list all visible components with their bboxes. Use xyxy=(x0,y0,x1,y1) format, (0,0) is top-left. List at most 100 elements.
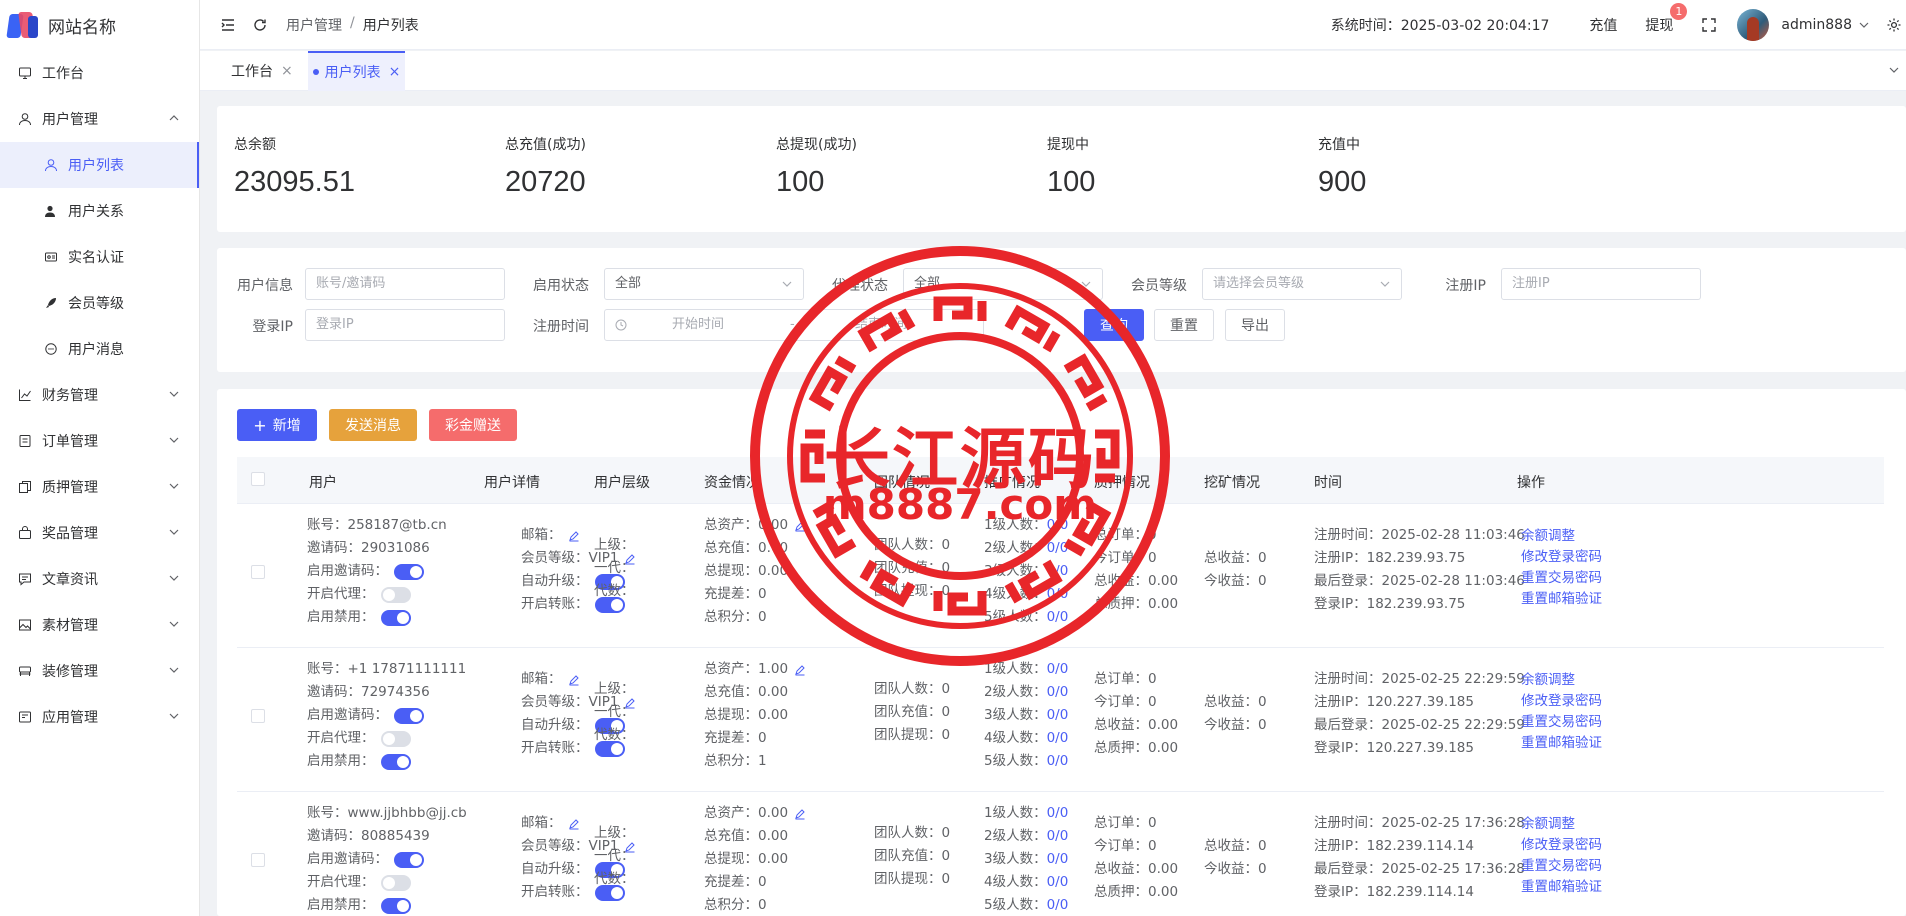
sidebar-subitem-4[interactable]: 用户消息 xyxy=(0,326,199,372)
op-link-1[interactable]: 修改登录密码 xyxy=(1521,691,1602,712)
level-count-link[interactable]: 0/0 xyxy=(1047,704,1069,727)
row-checkbox[interactable] xyxy=(251,565,265,579)
sidebar-subitem-1[interactable]: 用户关系 xyxy=(0,188,199,234)
level-count-link[interactable]: 0/0 xyxy=(1047,537,1069,560)
end-time-input[interactable]: 结束时间 xyxy=(855,310,907,340)
level-count-link[interactable]: 0/0 xyxy=(1047,606,1069,629)
field-value: 0.00 xyxy=(758,707,789,723)
op-link-3[interactable]: 重置邮箱验证 xyxy=(1521,589,1602,610)
level-count-link[interactable]: 0/0 xyxy=(1047,560,1069,583)
add-button[interactable]: + 新增 xyxy=(237,409,317,441)
level-count-link[interactable]: 0/0 xyxy=(1047,681,1069,704)
username[interactable]: admin888 xyxy=(1781,17,1852,33)
field-label: 团队提现： xyxy=(874,871,942,887)
login-ip-input[interactable]: 登录IP xyxy=(305,309,505,341)
op-link-0[interactable]: 余额调整 xyxy=(1521,814,1602,835)
level-count-link[interactable]: 0/0 xyxy=(1047,514,1069,537)
system-time: 系统时间：2025-03-02 20:04:17 xyxy=(1331,15,1550,35)
reg-ip-input[interactable]: 注册IP xyxy=(1501,268,1701,300)
start-time-input[interactable]: 开始时间 xyxy=(672,310,724,340)
sidebar-item-6[interactable]: 文章资讯 xyxy=(0,556,199,602)
field-label: 充提差： xyxy=(704,730,758,746)
agent-toggle[interactable] xyxy=(380,730,411,747)
row-checkbox[interactable] xyxy=(251,709,265,723)
enable-disable-toggle[interactable] xyxy=(380,897,411,914)
invite-code-toggle[interactable] xyxy=(394,707,424,724)
close-icon[interactable]: × xyxy=(281,63,293,79)
sidebar-subitem-0[interactable]: 用户列表 xyxy=(0,142,199,188)
export-button[interactable]: 导出 xyxy=(1225,309,1285,341)
sidebar-item-5[interactable]: 奖品管理 xyxy=(0,510,199,556)
cell-line: 5级人数： 0/0 xyxy=(984,894,1068,916)
tabs-dropdown-icon[interactable] xyxy=(1888,64,1900,80)
op-link-2[interactable]: 重置交易密码 xyxy=(1521,856,1602,877)
sidebar-item-8[interactable]: 装修管理 xyxy=(0,648,199,694)
stat-label: 总余额 xyxy=(234,137,276,153)
op-link-2[interactable]: 重置交易密码 xyxy=(1521,568,1602,589)
member-level-select[interactable]: 请选择会员等级 xyxy=(1202,268,1402,300)
edit-pencil-icon[interactable] xyxy=(568,530,580,542)
invite-code-toggle[interactable] xyxy=(394,851,424,868)
sidebar-item-7[interactable]: 素材管理 xyxy=(0,602,199,648)
row-checkbox[interactable] xyxy=(251,853,265,867)
sidebar-subitem-2[interactable]: 实名认证 xyxy=(0,234,199,280)
cell-line: 总积分： 0 xyxy=(704,606,806,629)
fullscreen-icon[interactable] xyxy=(1701,17,1717,33)
agent-toggle[interactable] xyxy=(380,874,411,891)
sidebar-item-2[interactable]: 财务管理 xyxy=(0,372,199,418)
collapse-menu-icon[interactable] xyxy=(220,17,236,33)
level-count-link[interactable]: 0/0 xyxy=(1047,750,1069,773)
logo[interactable]: 网站名称 xyxy=(0,0,199,50)
enable-disable-toggle[interactable] xyxy=(380,753,411,770)
user-info-input[interactable]: 账号/邀请码 xyxy=(305,268,505,300)
edit-pencil-icon[interactable] xyxy=(568,818,580,830)
level-count-link[interactable]: 0/0 xyxy=(1047,658,1069,681)
send-message-button[interactable]: 发送消息 xyxy=(329,409,417,441)
sidebar-item-9[interactable]: 应用管理 xyxy=(0,694,199,740)
op-link-1[interactable]: 修改登录密码 xyxy=(1521,835,1602,856)
reset-button[interactable]: 重置 xyxy=(1154,309,1214,341)
agent-status-select[interactable]: 全部 xyxy=(903,268,1103,300)
enable-disable-toggle[interactable] xyxy=(380,609,411,626)
agent-toggle[interactable] xyxy=(380,586,411,603)
avatar[interactable] xyxy=(1737,9,1770,41)
breadcrumb-item[interactable]: 用户管理 xyxy=(286,15,342,35)
sidebar-item-0[interactable]: 工作台 xyxy=(0,50,199,96)
op-link-2[interactable]: 重置交易密码 xyxy=(1521,712,1602,733)
withdraw-button[interactable]: 提现 1 xyxy=(1645,3,1688,35)
chevron-down-icon[interactable] xyxy=(1858,17,1870,33)
tab-workbench[interactable]: 工作台 × xyxy=(231,51,293,91)
bonus-gift-button[interactable]: 彩金赠送 xyxy=(429,409,517,441)
invite-code-toggle[interactable] xyxy=(394,563,424,580)
level-count-link[interactable]: 0/0 xyxy=(1047,871,1069,894)
level-count-link[interactable]: 0/0 xyxy=(1047,583,1069,606)
sidebar-item-1[interactable]: 用户管理 xyxy=(0,96,199,142)
search-button[interactable]: 查询 xyxy=(1084,309,1144,341)
op-link-0[interactable]: 余额调整 xyxy=(1521,670,1602,691)
level-count-link[interactable]: 0/0 xyxy=(1047,727,1069,750)
sidebar-item-4[interactable]: 质押管理 xyxy=(0,464,199,510)
level-count-link[interactable]: 0/0 xyxy=(1047,894,1069,916)
enable-status-select[interactable]: 全部 xyxy=(604,268,804,300)
level-count-link[interactable]: 0/0 xyxy=(1047,802,1069,825)
chat-icon xyxy=(44,342,58,356)
op-link-3[interactable]: 重置邮箱验证 xyxy=(1521,877,1602,898)
edit-pencil-icon[interactable] xyxy=(568,674,580,686)
edit-pencil-icon[interactable] xyxy=(794,520,806,532)
op-link-1[interactable]: 修改登录密码 xyxy=(1521,547,1602,568)
sidebar-item-3[interactable]: 订单管理 xyxy=(0,418,199,464)
recharge-button[interactable]: 充值 xyxy=(1589,15,1617,35)
sidebar-subitem-3[interactable]: 会员等级 xyxy=(0,280,199,326)
op-link-3[interactable]: 重置邮箱验证 xyxy=(1521,733,1602,754)
edit-pencil-icon[interactable] xyxy=(794,664,806,676)
tab-user-list[interactable]: 用户列表 × xyxy=(308,51,405,91)
edit-pencil-icon[interactable] xyxy=(794,808,806,820)
refresh-icon[interactable] xyxy=(252,17,268,33)
reg-time-range-picker[interactable]: 开始时间 - 结束时间 xyxy=(604,309,984,341)
op-link-0[interactable]: 余额调整 xyxy=(1521,526,1602,547)
settings-gear-icon[interactable] xyxy=(1886,17,1902,33)
level-count-link[interactable]: 0/0 xyxy=(1047,848,1069,871)
select-all-checkbox[interactable] xyxy=(251,472,265,486)
level-count-link[interactable]: 0/0 xyxy=(1047,825,1069,848)
close-icon[interactable]: × xyxy=(389,64,401,80)
